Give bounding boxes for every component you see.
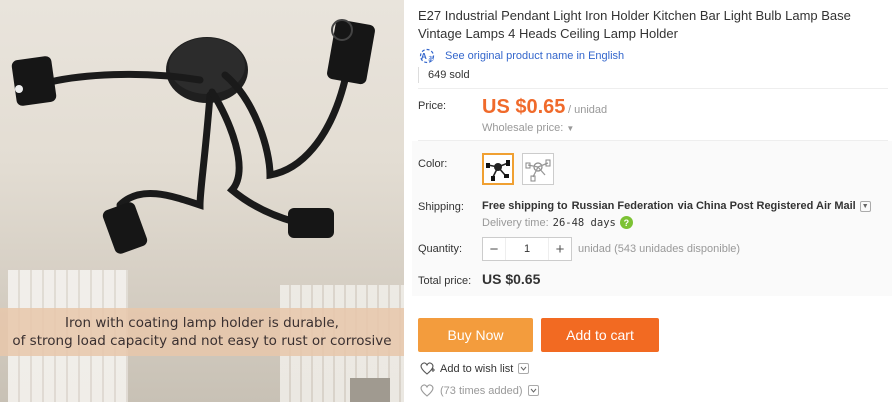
heart-plus-icon	[420, 362, 435, 375]
quantity-input[interactable]: 1	[505, 238, 549, 260]
caption-line-1: Iron with coating lamp holder is durable…	[65, 315, 339, 331]
free-shipping-text: Free shipping to	[482, 200, 568, 212]
chevron-down-icon[interactable]	[527, 385, 539, 396]
shipping-label: Shipping:	[418, 201, 464, 213]
product-image[interactable]: Iron with coating lamp holder is durable…	[0, 0, 404, 402]
quantity-stepper[interactable]: − 1 +	[482, 237, 572, 261]
lamp-thumbnail-icon	[486, 160, 510, 181]
add-to-cart-button[interactable]: Add to cart	[541, 318, 659, 352]
see-original-label[interactable]: See original product name in English	[445, 50, 624, 62]
price-value: US $0.65	[482, 96, 566, 118]
svg-text:あ: あ	[428, 56, 434, 63]
translate-icon: A あ	[418, 48, 438, 64]
times-added-label: (73 times added)	[440, 384, 523, 397]
help-icon[interactable]: ?	[619, 216, 633, 229]
buy-now-button[interactable]: Buy Now	[418, 318, 533, 352]
wish-list-count: (73 times added)	[420, 384, 539, 397]
plus-icon[interactable]: +	[549, 238, 571, 260]
delivery-label: Delivery time:	[482, 216, 549, 229]
price-label: Price:	[418, 100, 447, 112]
minus-icon[interactable]: −	[483, 238, 505, 260]
product-details: E27 Industrial Pendant Light Iron Holder…	[412, 0, 892, 402]
shipping-method[interactable]: Free shipping to Russian Federation via …	[482, 200, 871, 212]
color-swatch-option[interactable]	[522, 153, 554, 185]
wholesale-label[interactable]: Wholesale price:	[482, 122, 563, 134]
wholesale-price-toggle[interactable]: Wholesale price: ▼	[482, 122, 574, 134]
lamp-thumbnail-icon	[525, 159, 551, 182]
see-original-link[interactable]: A あ See original product name in English	[418, 48, 624, 64]
sold-count: 649 sold	[418, 67, 470, 83]
image-caption: Iron with coating lamp holder is durable…	[0, 308, 404, 356]
chevron-down-icon[interactable]: ▼	[859, 200, 871, 212]
total-price-value: US $0.65	[482, 271, 541, 287]
caption-line-2: of strong load capacity and not easy to …	[12, 333, 392, 349]
color-label: Color:	[418, 158, 448, 170]
color-swatch-selected[interactable]	[482, 153, 514, 185]
lamp-fixture-illustration	[11, 19, 375, 254]
chevron-down-icon[interactable]	[518, 363, 530, 374]
price-unit: / unidad	[568, 104, 608, 116]
divider	[418, 88, 888, 89]
total-price-label: Total price:	[418, 275, 472, 287]
destination-country: Russian Federation	[571, 200, 674, 212]
shipping-carrier: via China Post Registered Air Mail	[677, 200, 856, 212]
heart-plus-icon	[420, 384, 434, 397]
delivery-days: 26-48 days	[552, 216, 616, 229]
product-title: E27 Industrial Pendant Light Iron Holder…	[418, 8, 851, 41]
add-to-wish-list[interactable]: Add to wish list	[420, 362, 530, 375]
quantity-availability: unidad (543 unidades disponible)	[578, 243, 741, 255]
caret-down-icon: ▼	[566, 124, 575, 133]
svg-text:A: A	[421, 52, 427, 61]
shelf	[350, 378, 390, 402]
delivery-time: Delivery time: 26-48 days ?	[482, 216, 633, 229]
wish-list-label[interactable]: Add to wish list	[440, 363, 513, 375]
quantity-label: Quantity:	[418, 243, 463, 255]
